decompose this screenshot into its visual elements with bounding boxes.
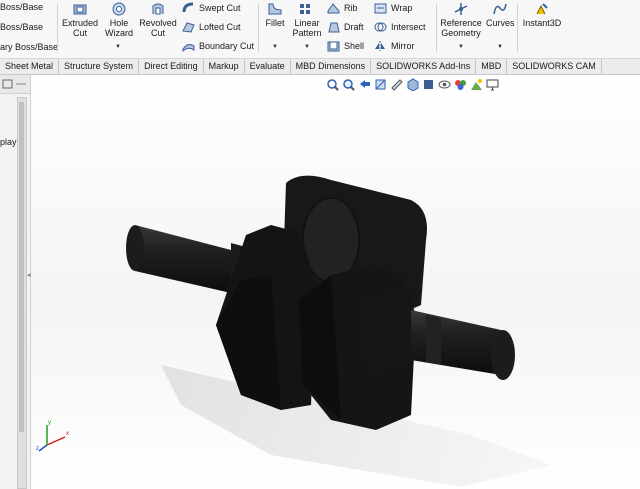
extruded-cut-icon [73,4,87,15]
collapse-handle-icon[interactable]: ◂ [27,271,31,279]
feature-manager-panel: play ◂ [0,75,31,489]
tab-solidworks-add-ins[interactable]: SOLIDWORKS Add-Ins [371,59,477,74]
instant3d-icon [536,3,548,15]
extruded-cut-button[interactable]: Extruded Cut [60,2,100,38]
linear-pattern-icon [300,4,310,14]
panel-tab-icons[interactable] [0,75,30,93]
right-collar [426,315,441,365]
right-shaft-end [491,330,515,380]
lofted-cut-button[interactable]: Lofted Cut [182,21,241,33]
shell-button[interactable]: Shell [327,40,364,52]
mirror-icon [375,41,385,51]
reference-geometry-label: Reference Geometry [440,18,482,38]
rib-label: Rib [344,3,358,13]
fillet-button[interactable]: Fillet [262,2,288,28]
display-pane-label: play [0,137,17,147]
linear-pattern-button[interactable]: Linear Pattern [290,2,324,38]
left-shaft-end [126,225,144,271]
tab-evaluate[interactable]: Evaluate [245,59,291,74]
revolved-cut-label: Revolved Cut [139,18,177,38]
command-manager-tabs: Sheet Metal Structure System Direct Edit… [0,59,640,75]
tab-markup[interactable]: Markup [204,59,245,74]
tab-sheet-metal[interactable]: Sheet Metal [0,59,60,74]
hole-wizard-icon [112,2,126,16]
lofted-cut-label: Lofted Cut [199,22,241,32]
extruded-cut-label: Extruded Cut [61,18,99,38]
right-shaft [411,310,501,375]
reference-geometry-dropdown[interactable]: ▼ [458,44,464,50]
reference-geometry-icon [454,3,468,15]
triad-x-label: x [66,431,69,437]
rib-icon [327,3,340,14]
command-manager-ribbon: Boss/Base Boss/Base ary Boss/Base Extrud… [0,0,640,59]
fillet-label: Fillet [265,18,285,28]
boundary-cut-icon [182,44,195,52]
boundary-cut-button[interactable]: Boundary Cut [182,40,254,52]
reference-geometry-button[interactable]: Reference Geometry [440,2,482,38]
ribbon-separator [57,4,58,52]
panel-scrollbar[interactable] [17,97,27,489]
boundary-cut-label: Boundary Cut [199,41,255,51]
curves-label: Curves [486,18,515,28]
fillet-dropdown[interactable]: ▼ [272,44,278,50]
swept-cut-icon [182,2,194,13]
wrap-label: Wrap [391,3,413,13]
wrap-icon [374,3,387,14]
ribbon-separator [436,4,437,52]
revolved-cut-button[interactable]: Revolved Cut [138,2,178,38]
hole-wizard-dropdown[interactable]: ▼ [115,44,121,50]
left-shaft [135,225,231,293]
tab-mbd-dimensions[interactable]: MBD Dimensions [291,59,372,74]
shell-icon [327,41,340,52]
revolved-cut-icon [152,3,164,15]
intersect-label: Intersect [391,22,426,32]
fillet-icon [268,3,282,15]
triad-y-label: y [48,420,51,426]
panel-header [0,75,30,94]
crankshaft-model[interactable] [31,75,640,489]
linear-pattern-label: Linear Pattern [292,18,322,38]
curves-dropdown[interactable]: ▼ [497,44,503,50]
curves-icon [493,3,507,15]
instant3d-button[interactable]: Instant3D [520,2,564,28]
lofted-cut-icon [182,22,195,33]
curves-button[interactable]: Curves [486,2,515,28]
boundary-boss-base-item[interactable]: ary Boss/Base [0,42,58,52]
swept-cut-button[interactable]: Swept Cut [182,2,241,14]
ribbon-separator [517,4,518,52]
triad-z-label: z [36,446,39,452]
shell-label: Shell [344,41,365,51]
boss-base-item-2[interactable]: Boss/Base [0,22,43,32]
tab-structure-system[interactable]: Structure System [59,59,140,74]
draft-icon [328,22,340,33]
draft-button[interactable]: Draft [327,21,364,33]
mirror-label: Mirror [391,41,415,51]
intersect-icon [374,22,387,32]
intersect-button[interactable]: Intersect [374,21,426,33]
linear-pattern-dropdown[interactable]: ▼ [304,44,310,50]
tab-direct-editing[interactable]: Direct Editing [139,59,204,74]
boss-base-item-1[interactable]: Boss/Base [0,2,43,12]
instant3d-label: Instant3D [522,18,562,28]
hole-wizard-label: Hole Wizard [104,18,133,38]
tab-mbd[interactable]: MBD [476,59,508,74]
scrollbar-thumb[interactable] [19,102,24,432]
graphics-area[interactable]: x y z [31,75,640,489]
tab-solidworks-cam[interactable]: SOLIDWORKS CAM [507,59,602,74]
wrap-button[interactable]: Wrap [374,2,412,14]
right-hub [361,290,411,375]
swept-cut-label: Swept Cut [199,3,241,13]
ribbon-separator [258,4,259,52]
coordinate-triad: x y z [36,420,69,452]
hole-wizard-button[interactable]: Hole Wizard [102,2,136,38]
rib-button[interactable]: Rib [327,2,358,14]
mirror-button[interactable]: Mirror [374,40,415,52]
draft-label: Draft [344,22,364,32]
